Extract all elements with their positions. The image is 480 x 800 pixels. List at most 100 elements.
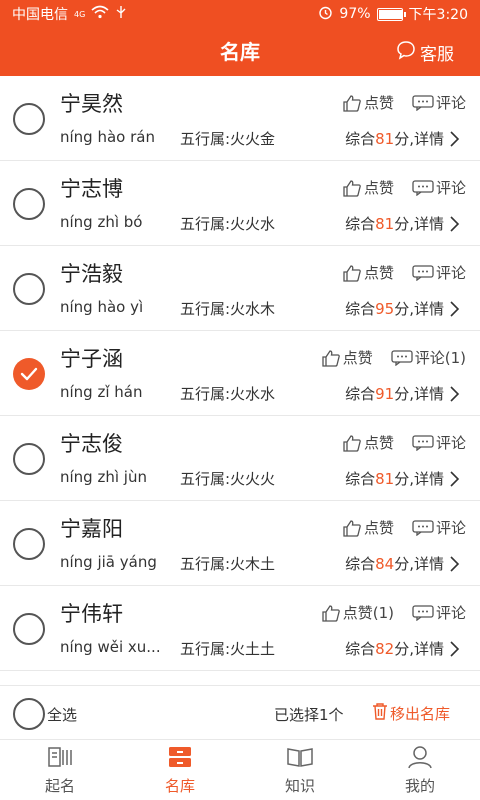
like-button[interactable]: 点赞 <box>342 432 394 453</box>
like-label: 点赞(1) <box>342 604 394 622</box>
select-radio[interactable] <box>13 613 45 645</box>
score-suffix: 分,详情 <box>394 555 444 573</box>
score-suffix: 分,详情 <box>394 130 444 148</box>
name-list-item[interactable]: 宁志博 点赞 评论 níng zhì bó 五行属:火火水 综合 81 分,详情 <box>0 161 480 246</box>
comment-button[interactable]: 评论 <box>412 602 466 623</box>
select-radio[interactable] <box>13 443 45 475</box>
comment-button[interactable]: 评论 <box>412 92 466 113</box>
comment-button[interactable]: 评论 <box>412 177 466 198</box>
name-list-item[interactable]: 宁子涵 点赞 评论(1) níng zǐ hán 五行属:火水水 综合 91 分,详情 <box>0 331 480 416</box>
like-label: 点赞 <box>363 264 394 282</box>
row-actions: 点赞 评论 <box>342 92 466 113</box>
status-bar: 中国电信 4G 97% 下午3:20 <box>0 0 480 28</box>
select-radio[interactable] <box>13 103 45 135</box>
tab-naming-label: 起名 <box>44 777 75 795</box>
clock: 下午3:20 <box>408 7 468 23</box>
select-radio[interactable] <box>13 528 45 560</box>
pinyin: níng hào yì <box>60 298 144 316</box>
score-prefix: 综合 <box>345 215 376 233</box>
select-radio[interactable] <box>13 273 45 305</box>
candidate-name: 宁志博 <box>60 177 123 201</box>
comment-icon <box>391 349 413 366</box>
like-button[interactable]: 点赞 <box>342 262 394 283</box>
pinyin: níng wěi xu... <box>60 638 161 656</box>
comment-button[interactable]: 评论(1) <box>391 347 466 368</box>
name-list-item[interactable]: 宁嘉阳 点赞 评论 níng jiā yáng 五行属:火木土 综合 84 分,详情 <box>0 501 480 586</box>
five-elements: 五行属:火水水 <box>180 385 276 403</box>
comment-label: 评论 <box>435 604 466 622</box>
five-elements: 五行属:火火水 <box>180 215 276 233</box>
alarm-icon <box>318 5 333 24</box>
tab-knowledge[interactable]: 知识 <box>240 741 360 800</box>
name-list-item[interactable]: 宁伟轩 点赞(1) 评论 níng wěi xu... 五行属:火土土 综合 82 分,详情 <box>0 586 480 671</box>
like-button[interactable]: 点赞 <box>321 347 373 368</box>
tab-library[interactable]: 名库 <box>120 741 240 800</box>
like-label: 点赞 <box>363 519 394 537</box>
remove-label: 移出名库 <box>390 704 451 723</box>
name-list-item[interactable]: 宁昊然 点赞 评论 níng hào rán 五行属:火火金 综合 81 分,详情 <box>0 76 480 161</box>
checkmark-icon <box>20 367 38 381</box>
thumbs-up-icon <box>342 519 362 537</box>
candidate-name: 宁昊然 <box>60 92 123 116</box>
row-actions: 点赞 评论 <box>342 177 466 198</box>
like-button[interactable]: 点赞 <box>342 92 394 113</box>
row-actions: 点赞 评论 <box>342 432 466 453</box>
comment-label: 评论 <box>435 434 466 452</box>
candidate-name: 宁伟轩 <box>60 602 123 626</box>
comment-button[interactable]: 评论 <box>412 432 466 453</box>
book-icon <box>46 745 74 773</box>
tab-knowledge-label: 知识 <box>284 777 315 795</box>
score-value: 81 <box>375 469 395 488</box>
customer-service-button[interactable]: 客服 <box>396 40 454 65</box>
battery-icon <box>376 7 406 21</box>
name-list-item[interactable]: 宁浩毅 点赞 评论 níng hào yì 五行属:火水木 综合 95 分,详情 <box>0 246 480 331</box>
comment-button[interactable]: 评论 <box>412 517 466 538</box>
comment-button[interactable]: 评论 <box>412 262 466 283</box>
like-label: 点赞 <box>363 179 394 197</box>
chevron-right-icon <box>448 130 460 148</box>
select-radio[interactable] <box>13 188 45 220</box>
row-actions: 点赞 评论(1) <box>321 347 466 368</box>
like-button[interactable]: 点赞 <box>342 177 394 198</box>
select-all-button[interactable]: 全选 <box>13 698 77 730</box>
like-label: 点赞 <box>363 94 394 112</box>
like-button[interactable]: 点赞 <box>342 517 394 538</box>
score-details-link[interactable]: 综合 81 分,详情 <box>345 128 460 149</box>
chevron-right-icon <box>448 215 460 233</box>
like-button[interactable]: 点赞(1) <box>321 602 394 623</box>
comment-icon <box>412 519 434 536</box>
score-details-link[interactable]: 综合 91 分,详情 <box>345 383 460 404</box>
score-suffix: 分,详情 <box>394 300 444 318</box>
selected-count: 已选择1个 <box>274 706 344 724</box>
row-actions: 点赞 评论 <box>342 517 466 538</box>
checked-radio[interactable] <box>13 358 45 390</box>
like-label: 点赞 <box>363 434 394 452</box>
comment-label: 评论 <box>435 264 466 282</box>
five-elements: 五行属:火火金 <box>180 130 276 148</box>
tab-naming[interactable]: 起名 <box>0 741 120 800</box>
five-elements: 五行属:火木土 <box>180 555 276 573</box>
pinyin: níng zǐ hán <box>60 383 143 401</box>
chevron-right-icon <box>448 300 460 318</box>
score-details-link[interactable]: 综合 81 分,详情 <box>345 213 460 234</box>
score-details-link[interactable]: 综合 81 分,详情 <box>345 468 460 489</box>
candidate-name: 宁浩毅 <box>60 262 123 286</box>
person-icon <box>406 745 434 773</box>
score-details-link[interactable]: 综合 84 分,详情 <box>345 553 460 574</box>
score-details-link[interactable]: 综合 95 分,详情 <box>345 298 460 319</box>
open-book-icon <box>286 745 314 773</box>
pinyin: níng zhì jùn <box>60 468 147 486</box>
customer-service-label: 客服 <box>420 45 454 65</box>
select-all-radio[interactable] <box>13 698 45 730</box>
row-actions: 点赞 评论 <box>342 262 466 283</box>
candidate-name: 宁嘉阳 <box>60 517 123 541</box>
tab-library-label: 名库 <box>164 777 195 795</box>
header: 名库 客服 <box>0 28 480 76</box>
score-details-link[interactable]: 综合 82 分,详情 <box>345 638 460 659</box>
tab-profile[interactable]: 我的 <box>360 741 480 800</box>
five-elements: 五行属:火土土 <box>180 640 276 658</box>
score-suffix: 分,详情 <box>394 385 444 403</box>
name-list-item[interactable]: 宁志俊 点赞 评论 níng zhì jùn 五行属:火火火 综合 81 分,详情 <box>0 416 480 501</box>
remove-from-library-button[interactable]: 移出名库 <box>372 702 450 724</box>
comment-icon <box>412 94 434 111</box>
